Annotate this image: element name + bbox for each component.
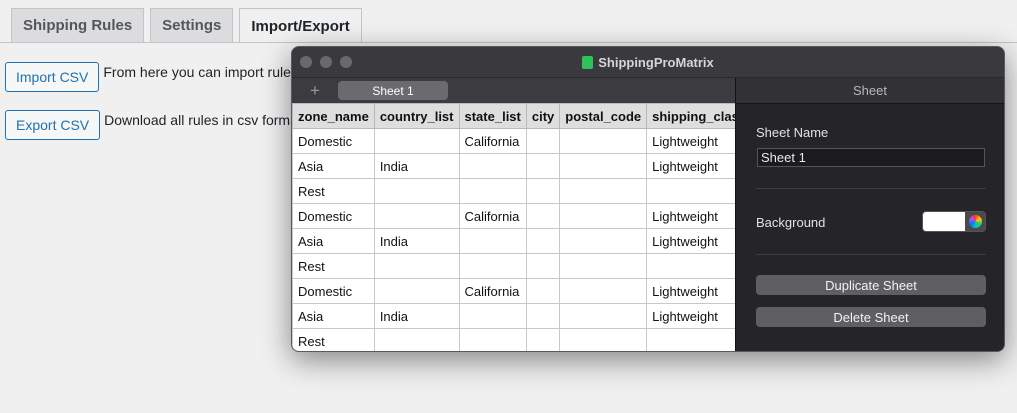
cell-city[interactable] xyxy=(525,153,561,179)
sheet-tab-bar: + Sheet 1 xyxy=(292,78,735,103)
cell-city[interactable] xyxy=(525,228,561,254)
window-title: ShippingProMatrix xyxy=(582,55,714,70)
table-row: Domestic California Lightweight xyxy=(292,278,753,304)
cell-state-list[interactable]: California xyxy=(458,128,527,154)
cell-country-list[interactable] xyxy=(373,278,460,304)
background-color-well[interactable] xyxy=(922,211,986,232)
cell-country-list[interactable]: India xyxy=(373,153,460,179)
window-title-text: ShippingProMatrix xyxy=(598,54,714,70)
cell-postal-code[interactable] xyxy=(559,178,648,204)
delete-sheet-button[interactable]: Delete Sheet xyxy=(756,307,986,327)
table-row: Rest xyxy=(292,178,753,204)
cell-city[interactable] xyxy=(525,303,561,329)
panel-header: Sheet xyxy=(736,78,1004,104)
color-wheel-icon xyxy=(968,215,982,228)
cell-city[interactable] xyxy=(525,178,561,204)
cell-zone-name[interactable]: Domestic xyxy=(292,128,375,154)
table-row: Asia India Lightweight xyxy=(292,303,753,329)
export-csv-button[interactable]: Export CSV xyxy=(5,110,101,140)
cell-postal-code[interactable] xyxy=(559,278,648,304)
cell-postal-code[interactable] xyxy=(559,153,648,179)
cell-zone-name[interactable]: Asia xyxy=(292,228,375,254)
cell-city[interactable] xyxy=(525,278,561,304)
cell-state-list[interactable] xyxy=(458,328,527,351)
background-label: Background xyxy=(756,215,826,230)
cell-state-list[interactable]: California xyxy=(458,203,527,229)
cell-state-list[interactable] xyxy=(458,228,527,254)
cell-postal-code[interactable] xyxy=(559,303,648,329)
sheet-name-input[interactable] xyxy=(757,148,985,167)
table-row: Rest xyxy=(292,328,753,351)
cell-state-list[interactable] xyxy=(458,253,527,279)
cell-zone-name[interactable]: Asia xyxy=(292,153,375,179)
window-controls xyxy=(300,56,352,68)
nav-tabs: Shipping Rules Settings Import/Export xyxy=(11,8,362,43)
cell-zone-name[interactable]: Domestic xyxy=(292,278,375,304)
cell-zone-name[interactable]: Rest xyxy=(292,328,375,351)
sheet-name-label: Sheet Name xyxy=(756,125,829,140)
cell-postal-code[interactable] xyxy=(559,128,648,154)
cell-city[interactable] xyxy=(525,203,561,229)
column-header-zone-name[interactable]: zone_name xyxy=(292,103,375,129)
cell-country-list[interactable]: India xyxy=(373,303,460,329)
cell-state-list[interactable] xyxy=(458,153,527,179)
cell-country-list[interactable] xyxy=(373,178,460,204)
duplicate-sheet-button[interactable]: Duplicate Sheet xyxy=(756,275,986,295)
cell-postal-code[interactable] xyxy=(559,328,648,351)
table-row: Asia India Lightweight xyxy=(292,228,753,254)
column-header-state-list[interactable]: state_list xyxy=(458,103,527,129)
sheet-inspector-panel: Sheet Sheet Name Background Duplicate Sh… xyxy=(735,78,1004,351)
cell-state-list[interactable]: California xyxy=(458,278,527,304)
cell-postal-code[interactable] xyxy=(559,203,648,229)
tab-divider xyxy=(0,42,1017,43)
sheet-area: + Sheet 1 zone_name country_list state_l… xyxy=(292,78,753,351)
cell-state-list[interactable] xyxy=(458,303,527,329)
color-picker-button[interactable] xyxy=(965,212,985,231)
window-titlebar[interactable]: ShippingProMatrix xyxy=(292,47,1004,78)
cell-zone-name[interactable]: Asia xyxy=(292,303,375,329)
table-row: Rest xyxy=(292,253,753,279)
cell-city[interactable] xyxy=(525,128,561,154)
minimize-window-button[interactable] xyxy=(320,56,332,68)
cell-city[interactable] xyxy=(525,253,561,279)
tab-settings[interactable]: Settings xyxy=(150,8,234,42)
table-row: Asia India Lightweight xyxy=(292,153,753,179)
cell-state-list[interactable] xyxy=(458,178,527,204)
panel-divider xyxy=(756,188,986,189)
cell-country-list[interactable] xyxy=(373,253,460,279)
background-color-swatch[interactable] xyxy=(923,212,965,231)
sheet-tab-active[interactable]: Sheet 1 xyxy=(338,81,448,100)
cell-zone-name[interactable]: Rest xyxy=(292,253,375,279)
cell-country-list[interactable] xyxy=(373,203,460,229)
column-header-postal-code[interactable]: postal_code xyxy=(559,103,648,129)
cell-country-list[interactable] xyxy=(373,128,460,154)
cell-postal-code[interactable] xyxy=(559,253,648,279)
cell-zone-name[interactable]: Rest xyxy=(292,178,375,204)
app-window: ShippingProMatrix + Sheet 1 zone_name co… xyxy=(291,46,1005,352)
grid-body: Domestic California Lightweight Asia India Li… xyxy=(292,128,753,351)
panel-divider xyxy=(756,254,986,255)
import-row: Import CSV From here you can import rule… xyxy=(5,62,298,92)
import-description: From here you can import rules xyxy=(103,64,298,80)
import-csv-button[interactable]: Import CSV xyxy=(5,62,100,92)
export-row: Export CSV Download all rules in csv for… xyxy=(5,110,302,140)
table-row: Domestic California Lightweight xyxy=(292,128,753,154)
grid-header-row: zone_name country_list state_list city p… xyxy=(292,103,753,129)
zoom-window-button[interactable] xyxy=(340,56,352,68)
table-row: Domestic California Lightweight xyxy=(292,203,753,229)
column-header-city[interactable]: city xyxy=(525,103,561,129)
spreadsheet-app-icon xyxy=(582,55,594,69)
cell-country-list[interactable] xyxy=(373,328,460,351)
column-header-country-list[interactable]: country_list xyxy=(373,103,460,129)
rules-grid: zone_name country_list state_list city p… xyxy=(292,103,753,351)
cell-postal-code[interactable] xyxy=(559,228,648,254)
close-window-button[interactable] xyxy=(300,56,312,68)
cell-country-list[interactable]: India xyxy=(373,228,460,254)
tab-shipping-rules[interactable]: Shipping Rules xyxy=(11,8,145,42)
cell-city[interactable] xyxy=(525,328,561,351)
add-sheet-button[interactable]: + xyxy=(292,81,338,101)
cell-zone-name[interactable]: Domestic xyxy=(292,203,375,229)
export-description: Download all rules in csv format xyxy=(104,112,302,128)
tab-import-export[interactable]: Import/Export xyxy=(239,8,362,43)
